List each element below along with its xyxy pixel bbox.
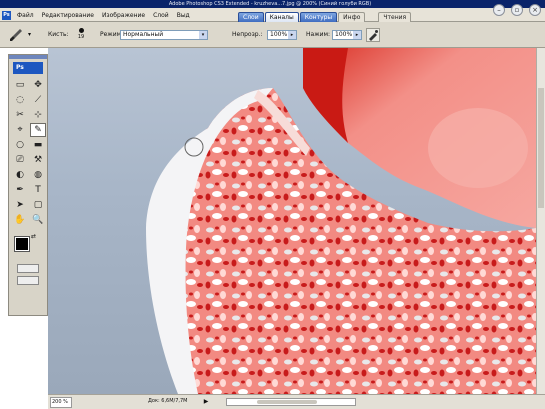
slice-tool-icon[interactable]: ⊹ [30,108,46,122]
chevron-down-icon: ▸ [353,31,361,39]
tool-preset-arrow[interactable]: ▾ [28,30,31,40]
opacity-field[interactable]: 100% ▸ [267,30,297,40]
menu-layer[interactable]: Слой [150,11,172,21]
brush-tool-icon [10,29,22,41]
menu-file[interactable]: Файл [14,11,37,21]
flow-field[interactable]: 100% ▸ [332,30,362,40]
menu-select[interactable]: Выд [174,11,193,21]
pen-tool-icon[interactable]: ✒ [12,183,28,197]
hand-tool-icon[interactable]: ✋ [12,213,28,227]
menu-image[interactable]: Изображение [99,11,148,21]
vertical-scrollbar-thumb[interactable] [538,88,544,208]
screen-mode-button[interactable] [17,276,39,285]
crop-tool-icon[interactable]: ✂ [12,108,28,122]
opacity-label: Непрозр.: [232,31,263,38]
tab-paths[interactable]: Контуры [299,12,338,22]
lasso-tool-icon[interactable]: ◌ [12,93,28,107]
dodge-tool-icon[interactable]: ◐ [12,168,28,182]
options-bar: ▾ Кисть: 19 Режим: Нормальный ▾ Непрозр.… [0,22,545,48]
type-tool-icon[interactable]: T [30,183,46,197]
brush-label: Кисть: [48,31,69,38]
quick-mask-button[interactable] [17,264,39,273]
tab-channels[interactable]: Каналы [264,12,299,22]
move-tool-icon[interactable]: ✥ [30,78,46,92]
brush-preset-picker[interactable]: 19 [74,27,88,43]
toolbox-ps-badge: Ps [13,62,43,74]
panel-tabs: Слои Каналы Контуры Инфо Чтения [238,12,412,22]
magic-wand-tool-icon[interactable]: ⟋ [30,93,46,107]
toolbox: Ps ▭ ✥ ◌ ⟋ ✂ ⊹ ⌖ ✎ ○ ▬ ⎚ ⚒ ◐ ◍ ✒ T ➤ ▢ ✋… [8,54,48,316]
paint-bucket-tool-icon[interactable]: ⚒ [30,153,46,167]
document-canvas[interactable] [48,48,536,394]
tab-extra[interactable]: Чтения [378,12,412,22]
flow-value: 100% [335,31,353,38]
tab-info[interactable]: Инфо [338,12,366,22]
mode-buttons [9,259,47,290]
menu-items: Файл Редактирование Изображение Слой Выд [0,10,193,22]
healing-tool-icon[interactable]: ⌖ [12,123,28,137]
mode-select[interactable]: Нормальный ▾ [120,30,208,40]
flow-label: Нажим: [306,31,331,38]
blur-tool-icon[interactable]: ◍ [30,168,46,182]
menu-edit[interactable]: Редактирование [39,11,97,21]
brush-tool-icon[interactable]: ✎ [30,123,46,137]
horizontal-scrollbar-thumb[interactable] [257,400,317,404]
chevron-down-icon: ▸ [288,31,296,39]
airbrush-button[interactable] [366,28,380,42]
color-swatches: ⇄ [9,233,47,259]
status-menu-arrow-icon[interactable]: ▶ [202,397,210,407]
path-selection-tool-icon[interactable]: ➤ [12,198,28,212]
lace-photo-image [146,48,536,394]
document-info: Док: 6,6M/7,7M [148,398,188,404]
restore-icon[interactable]: ▫ [511,4,523,16]
brush-size: 19 [77,34,85,40]
marquee-tool-icon[interactable]: ▭ [12,78,28,92]
vertical-scrollbar[interactable] [536,48,545,394]
chevron-down-icon: ▾ [199,31,207,39]
close-icon[interactable]: × [529,4,541,16]
status-bar: 200 % Док: 6,6M/7,7M ▶ [48,394,545,409]
mode-value: Нормальный [123,31,164,38]
tool-grid: ▭ ✥ ◌ ⟋ ✂ ⊹ ⌖ ✎ ○ ▬ ⎚ ⚒ ◐ ◍ ✒ T ➤ ▢ ✋ 🔍 [9,76,47,229]
zoom-tool-icon[interactable]: 🔍 [30,213,46,227]
foreground-color-swatch[interactable] [14,236,30,252]
window-controls: – ▫ × [493,4,541,16]
toolbox-grip[interactable] [9,55,47,59]
minimize-icon[interactable]: – [493,4,505,16]
airbrush-icon [369,30,378,41]
history-brush-tool-icon[interactable]: ▬ [30,138,46,152]
opacity-value: 100% [270,31,288,38]
eraser-tool-icon[interactable]: ⎚ [12,153,28,167]
swap-colors-icon[interactable]: ⇄ [31,233,36,240]
zoom-field[interactable]: 200 % [50,397,72,408]
tab-layers[interactable]: Слои [238,12,264,22]
brush-dot-icon [78,28,84,33]
shape-tool-icon[interactable]: ▢ [30,198,46,212]
menu-bar: Adobe Photoshop CS3 Extended - kruzheva.… [0,0,545,22]
clone-stamp-tool-icon[interactable]: ○ [12,138,28,152]
horizontal-scrollbar[interactable] [226,398,356,406]
window-title: Adobe Photoshop CS3 Extended - kruzheva.… [168,1,372,7]
